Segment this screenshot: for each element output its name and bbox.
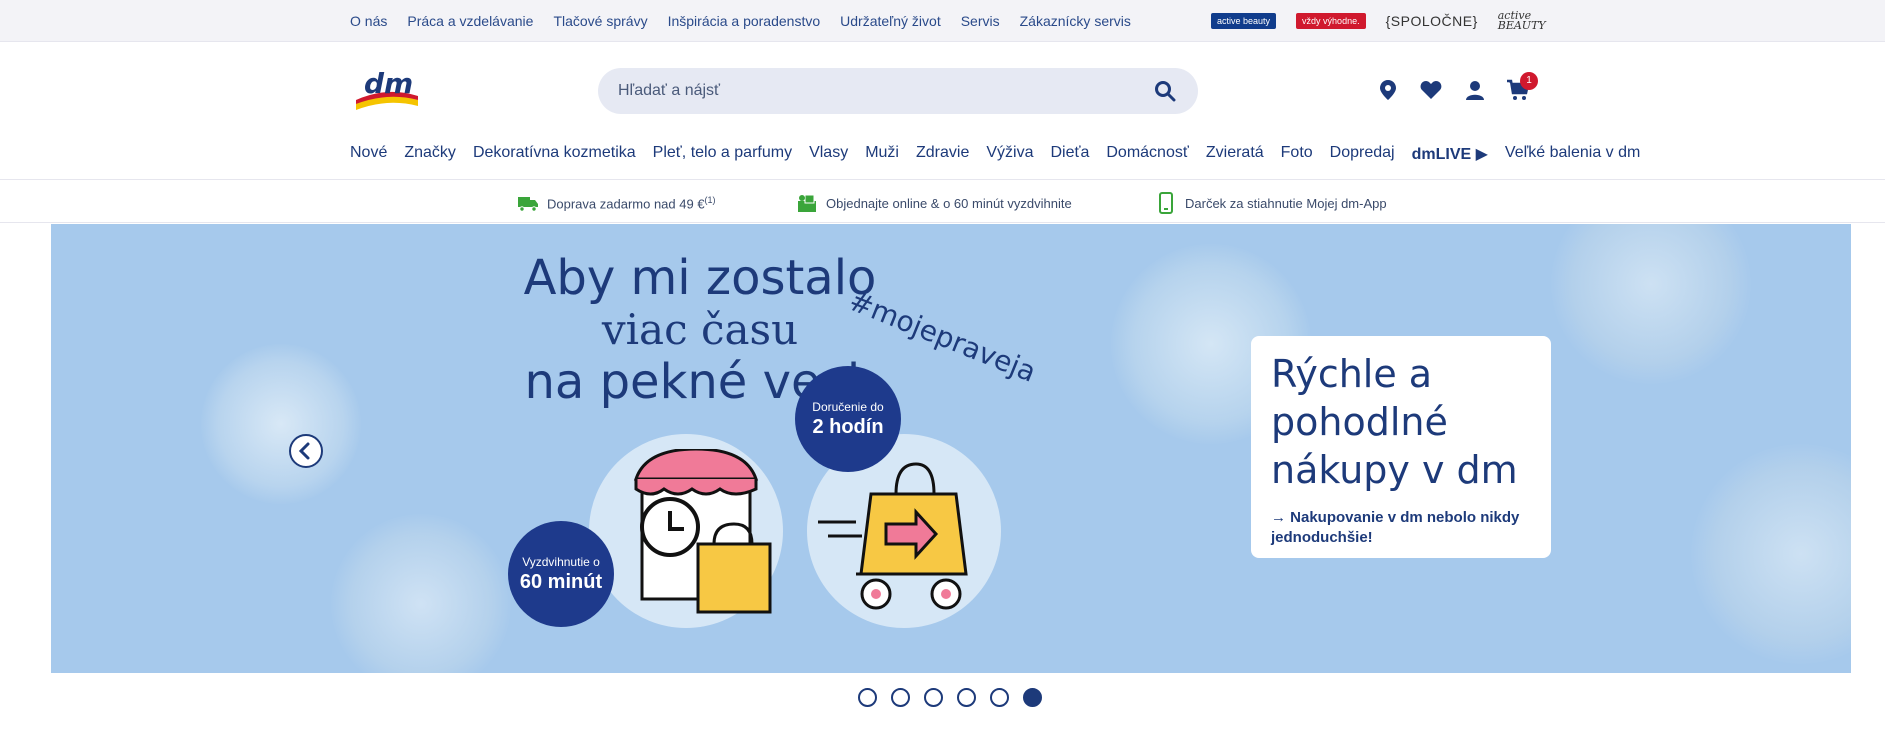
store-pickup-icon [798,194,816,212]
promo-title: Rýchle a pohodlné nákupy v dm [1271,352,1518,492]
search-input[interactable] [618,78,1118,104]
info-shipping: Doprava zadarmo nad 49 €(1) [517,192,716,214]
search-icon[interactable] [1154,80,1176,102]
info-pickup: Objednajte online & o 60 minút vyzdvihni… [796,192,1072,214]
delivery-truck-icon [518,197,538,212]
svg-text:dm: dm [364,68,413,100]
flower-decoration [1691,444,1851,664]
carousel-dots [858,688,1042,707]
brand-spolocne[interactable]: {SPOLOČNE} [1386,13,1478,29]
brand-active-beauty[interactable]: active beauty [1211,13,1277,29]
store-clock-illustration [633,449,772,614]
nav-item-zdravie[interactable]: Zdravie [916,144,969,164]
carousel-dot-3[interactable] [924,688,943,707]
heart-icon[interactable] [1419,78,1443,102]
pickup-badge: Vyzdvihnutie o 60 minút [508,521,614,627]
promo-card[interactable]: Rýchle a pohodlné nákupy v dm → Nakupova… [1251,336,1551,558]
flower-decoration [331,514,511,673]
delivery-badge-big: 2 hodín [812,416,884,438]
brand-beauty-bottom: BEAUTY [1497,19,1546,32]
pickup-badge-small: Vyzdvihnutie o [522,555,600,569]
search-bar [598,68,1198,114]
dm-logo[interactable]: dm [354,68,420,112]
link-tlacove-spravy[interactable]: Tlačové správy [553,13,647,29]
main-navigation: Nové Značky Dekoratívna kozmetika Pleť, … [350,144,1640,164]
nav-item-dopredaj[interactable]: Dopredaj [1330,144,1395,164]
delivery-badge: Doručenie do 2 hodín [795,366,901,472]
chevron-left-icon [298,442,310,460]
nav-item-zvierata[interactable]: Zvieratá [1206,144,1264,164]
nav-item-foto[interactable]: Foto [1281,144,1313,164]
carousel-dot-5[interactable] [990,688,1009,707]
nav-item-dmlive[interactable]: dmLIVE ▶ [1412,144,1488,164]
shipping-text: Doprava zadarmo nad 49 € [547,196,705,212]
nav-item-velke-balenia[interactable]: Veľké balenia v dm [1505,144,1640,164]
nav-item-vyziva[interactable]: Výživa [986,144,1033,164]
brand-vzdy-vyhodne[interactable]: vždy výhodne. [1296,13,1366,29]
info-app: Darček za stiahnutie Mojej dm-App [1155,192,1387,214]
link-inspiracia[interactable]: Inšpirácia a poradenstvo [668,13,821,29]
brand-links: active beauty vždy výhodne. {SPOLOČNE} a… [1211,10,1546,32]
location-pin-icon[interactable] [1376,78,1400,102]
carousel-dot-1[interactable] [858,688,877,707]
carousel-prev-button[interactable] [289,434,323,468]
carousel-dot-4[interactable] [957,688,976,707]
cart-count-badge: 1 [1520,72,1538,90]
nav-item-plet-telo-parfumy[interactable]: Pleť, telo a parfumy [653,144,792,164]
nav-item-nove[interactable]: Nové [350,144,387,164]
nav-item-dekorativna-kozmetika[interactable]: Dekoratívna kozmetika [473,144,636,164]
carousel-dot-6-active[interactable] [1023,688,1042,707]
promo-link[interactable]: → Nakupovanie v dm nebolo nikdy jednoduc… [1271,508,1531,548]
flower-decoration [201,344,361,504]
nav-item-znacky[interactable]: Značky [404,144,456,164]
pickup-badge-big: 60 minút [519,571,603,593]
headline-line-1: Aby mi zostalo [523,250,877,306]
link-zakaznicky-servis[interactable]: Zákaznícky servis [1020,13,1131,29]
shopping-bag-illustration [818,462,968,610]
link-o-nas[interactable]: O nás [350,13,387,29]
user-icon[interactable] [1463,78,1487,102]
flower-decoration [1551,224,1751,384]
nav-item-muzi[interactable]: Muži [865,144,899,164]
shipping-footnote: (1) [704,194,716,205]
pickup-text: Objednajte online & o 60 minút vyzdvihni… [826,195,1072,211]
nav-item-domacnost[interactable]: Domácnosť [1106,144,1188,164]
top-utility-bar: O nás Práca a vzdelávanie Tlačové správy… [0,0,1885,42]
headline-line-2: viac času [601,305,799,354]
nav-item-dieta[interactable]: Dieťa [1050,144,1089,164]
link-praca[interactable]: Práca a vzdelávanie [407,13,533,29]
benefits-bar: Doprava zadarmo nad 49 €(1) Objednajte o… [0,179,1885,223]
nav-item-vlasy[interactable]: Vlasy [809,144,848,164]
link-udrzatelny-zivot[interactable]: Udržateľný život [840,13,941,29]
top-links: O nás Práca a vzdelávanie Tlačové správy… [350,13,1131,29]
app-text: Darček za stiahnutie Mojej dm-App [1185,195,1387,211]
brand-active-beauty-logo[interactable]: active BEAUTY [1497,10,1546,32]
hero-banner[interactable]: Aby mi zostalo viac času na pekné veci. … [51,224,1851,673]
carousel-dot-2[interactable] [891,688,910,707]
delivery-badge-small: Doručenie do [812,400,884,414]
link-servis[interactable]: Servis [961,13,1000,29]
mobile-phone-icon [1159,192,1173,214]
